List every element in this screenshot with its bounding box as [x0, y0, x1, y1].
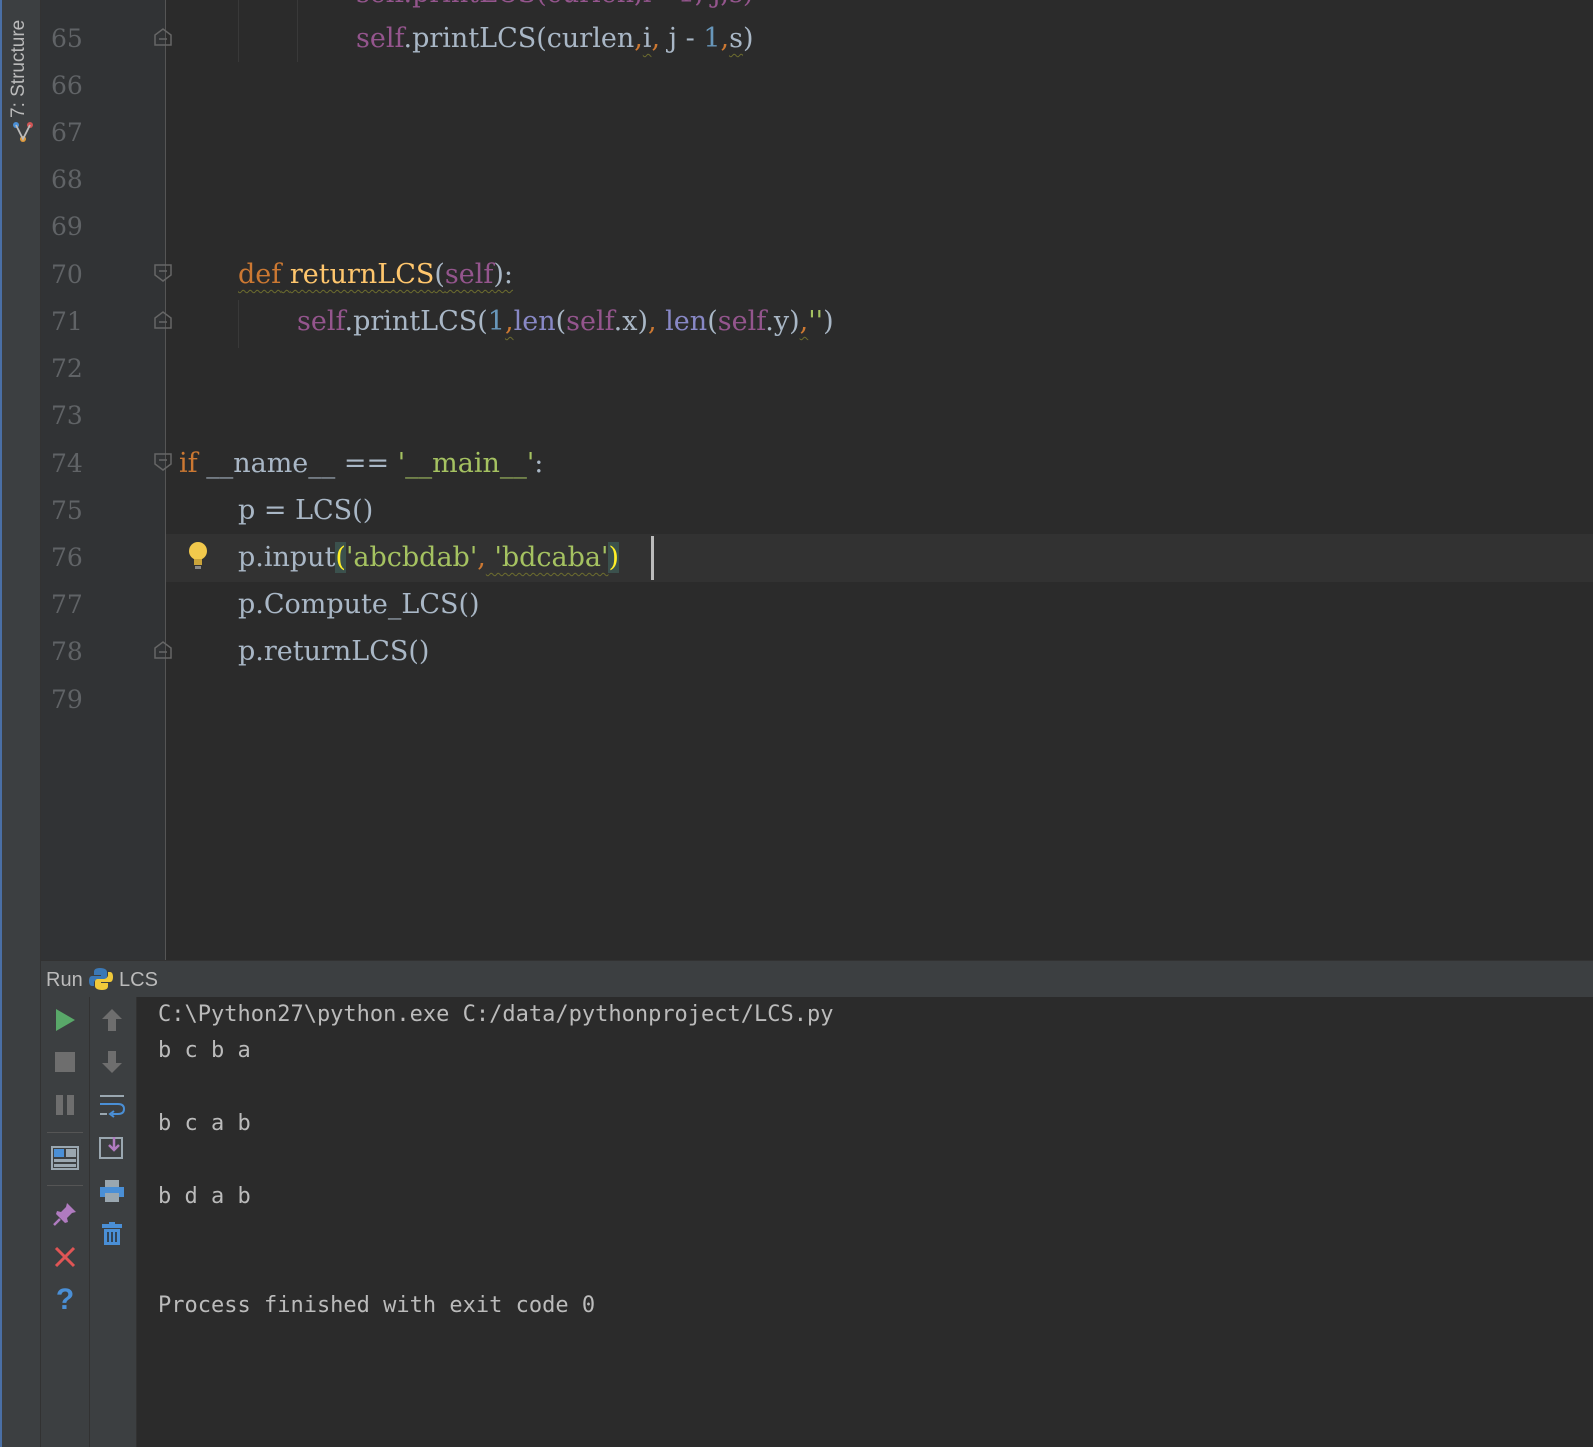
- run-toolbar-secondary: [90, 997, 137, 1447]
- structure-tool-tab[interactable]: 7: Structure: [8, 20, 36, 150]
- line-number: 73: [51, 401, 83, 430]
- code-text: p.input('abcbdab', 'bdcaba'): [238, 542, 620, 573]
- code-line-65: self.printLCS(curlen,i, j - 1,s): [41, 15, 1593, 63]
- structure-tab-label: 7: Structure: [8, 20, 29, 119]
- down-arrow-icon[interactable]: [97, 1047, 127, 1077]
- console-output-line: b d a b: [158, 1184, 251, 1209]
- code-line-75: p = LCS(): [41, 487, 1593, 535]
- pin-icon[interactable]: [50, 1199, 80, 1229]
- text-caret: [651, 536, 654, 580]
- run-panel-title: Run: [46, 969, 83, 991]
- toolbar-separator: [47, 1185, 83, 1186]
- left-tool-stripe: 7: Structure: [0, 0, 41, 1447]
- console-exit-status: Process finished with exit code 0: [158, 1293, 596, 1318]
- code-text: p = LCS(): [238, 495, 374, 526]
- code-text: p.Compute_LCS(): [238, 589, 480, 620]
- lightbulb-icon[interactable]: [186, 540, 210, 572]
- brace-match: (: [335, 542, 346, 573]
- code-line-78: p.returnLCS(): [41, 628, 1593, 676]
- run-toolbar-primary: ?: [41, 997, 90, 1447]
- code-line-74: if __name__ == '__main__':: [41, 440, 1593, 488]
- code-text: self.printLCS(1,len(self.x), len(self.y)…: [297, 306, 834, 337]
- fold-start-icon[interactable]: [153, 263, 173, 283]
- code-line-70: def returnLCS(self):: [41, 251, 1593, 299]
- stop-icon[interactable]: [50, 1047, 80, 1077]
- line-number: 67: [51, 118, 83, 147]
- run-config-tab[interactable]: LCS: [119, 961, 158, 997]
- up-arrow-icon[interactable]: [97, 1005, 127, 1035]
- console-output-line: b c a b: [158, 1111, 251, 1136]
- brace-match: ): [608, 542, 620, 573]
- run-icon[interactable]: [50, 1005, 80, 1035]
- soft-wrap-icon[interactable]: [97, 1090, 127, 1120]
- console-command-line: C:\Python27\python.exe C:/data/pythonpro…: [158, 1002, 834, 1027]
- close-icon[interactable]: [50, 1242, 80, 1272]
- trash-icon[interactable]: [97, 1219, 127, 1249]
- code-line-76: p.input('abcbdab', 'bdcaba'): [166, 534, 1593, 582]
- structure-icon: [13, 122, 33, 142]
- scroll-to-end-icon[interactable]: [97, 1133, 127, 1163]
- console-output[interactable]: C:\Python27\python.exe C:/data/pythonpro…: [137, 997, 1593, 1447]
- code-text: if __name__ == '__main__':: [179, 448, 544, 479]
- fold-end-icon[interactable]: [153, 27, 173, 47]
- line-number: 69: [51, 212, 83, 241]
- code-text: def returnLCS(self):: [238, 259, 514, 290]
- help-icon[interactable]: ?: [50, 1283, 80, 1316]
- console-output-line: b c b a: [158, 1038, 251, 1063]
- code-line-77: p.Compute_LCS(): [41, 581, 1593, 629]
- code-editor[interactable]: 65 66 67 68 69 70 71 72 73 74 75 76 77 7…: [41, 0, 1593, 975]
- pause-icon[interactable]: [50, 1090, 80, 1120]
- fold-start-icon[interactable]: [153, 452, 173, 472]
- layout-icon[interactable]: [50, 1143, 80, 1173]
- line-number: 68: [51, 165, 83, 194]
- code-line-71: self.printLCS(1,len(self.x), len(self.y)…: [41, 298, 1593, 346]
- code-text: self.printLCS(curlen,i, j - 1,s): [356, 23, 754, 54]
- print-icon[interactable]: [97, 1176, 127, 1206]
- python-icon: [89, 968, 113, 990]
- fold-end-icon[interactable]: [153, 640, 173, 660]
- fold-end-icon[interactable]: [153, 310, 173, 330]
- toolbar-separator: [47, 1132, 83, 1133]
- run-panel-header: Run LCS: [41, 960, 1593, 998]
- code-text: p.returnLCS(): [238, 636, 430, 667]
